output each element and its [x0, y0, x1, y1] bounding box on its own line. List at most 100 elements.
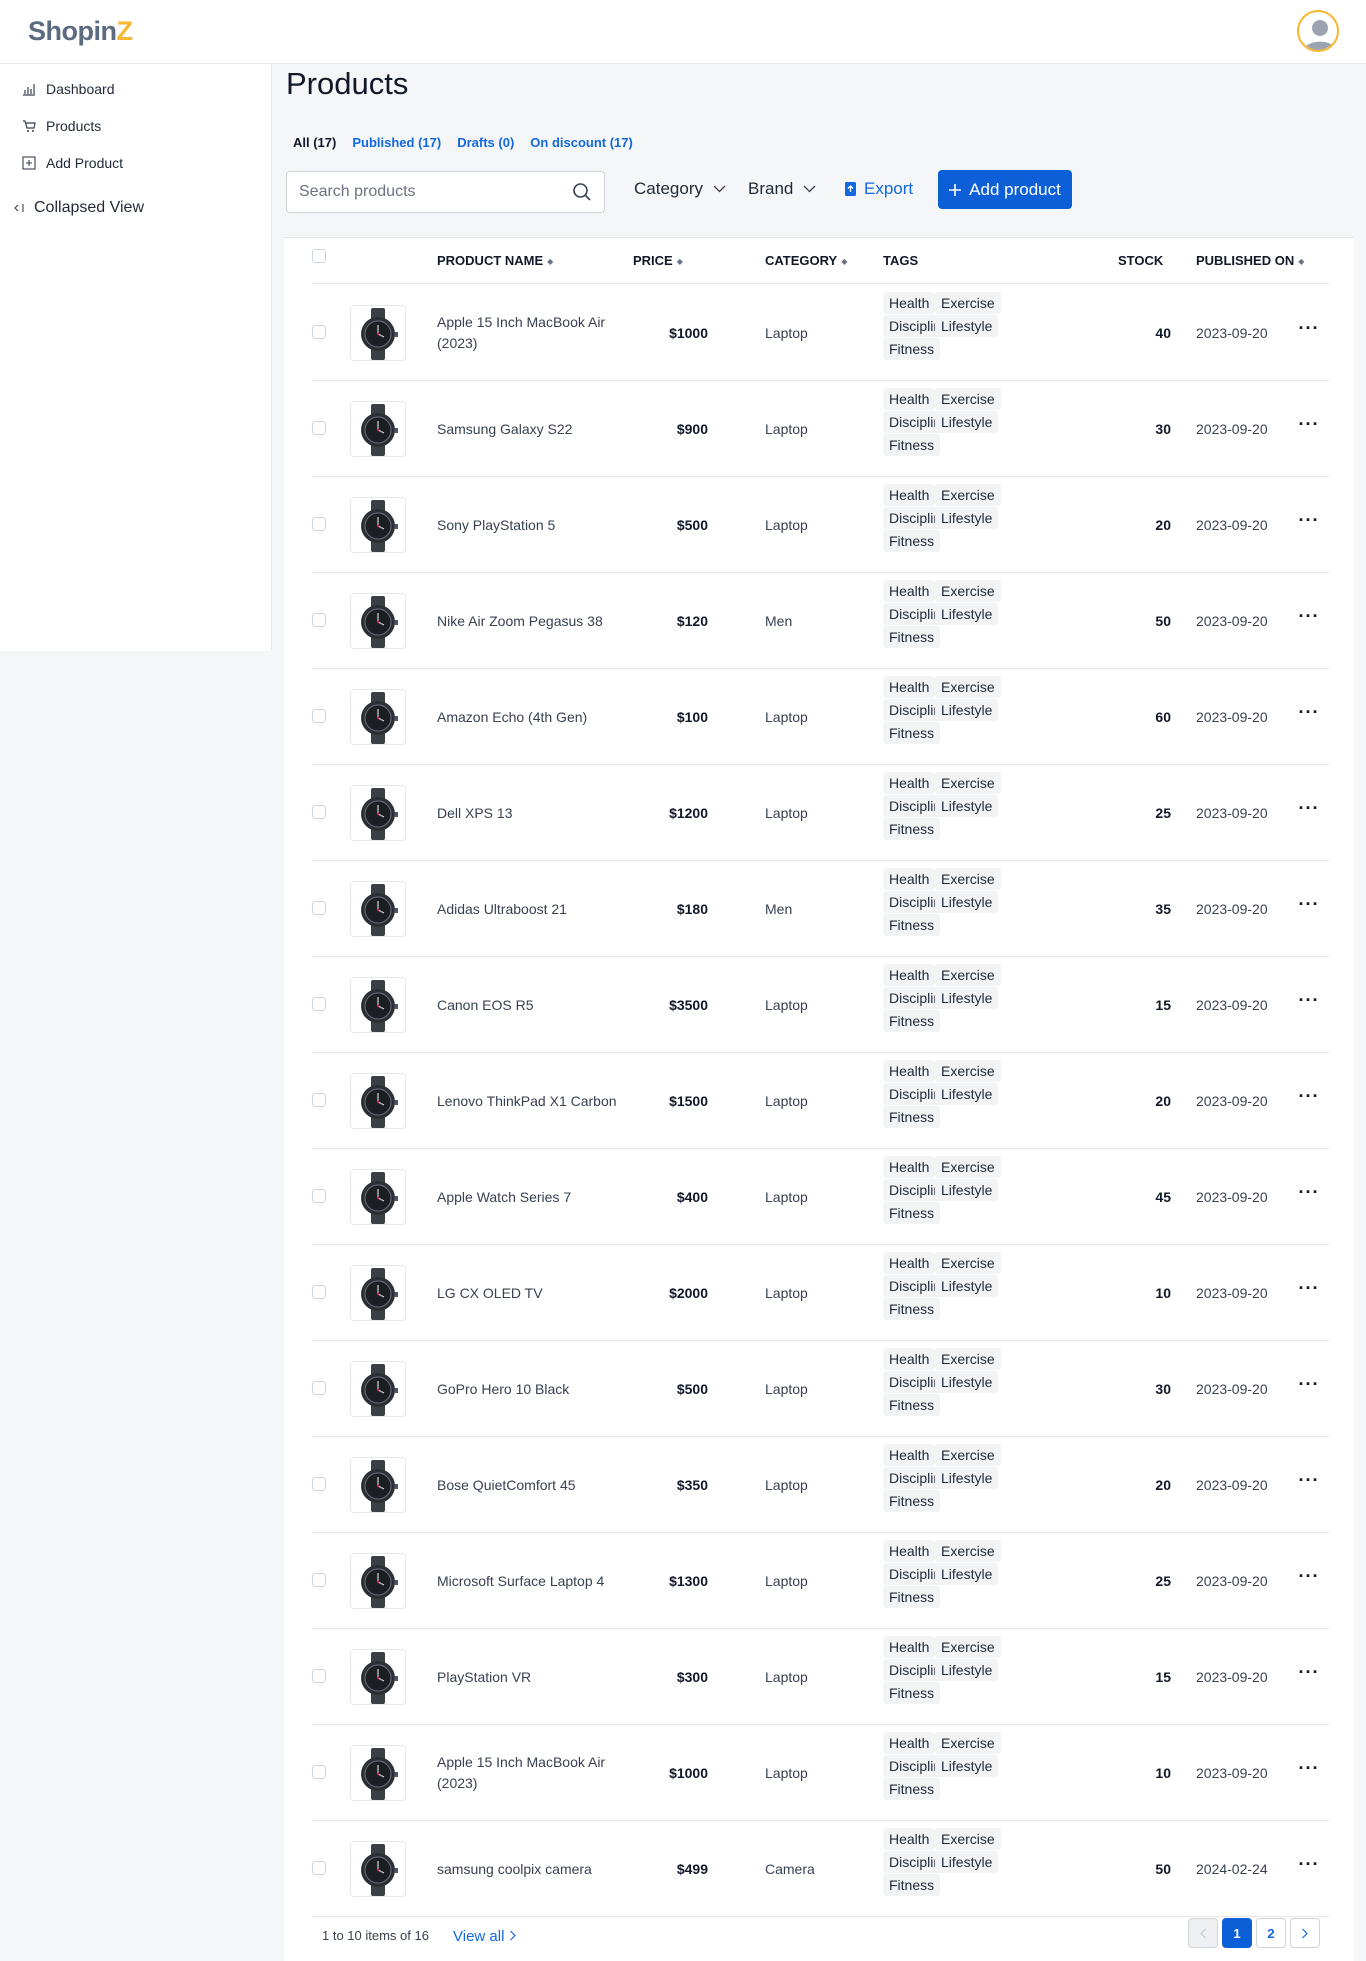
row-checkbox[interactable] — [312, 1861, 326, 1875]
product-name[interactable]: Apple Watch Series 7 — [437, 1149, 617, 1245]
more-actions-icon[interactable]: ··· — [1297, 1471, 1321, 1495]
product-thumbnail[interactable] — [350, 1649, 406, 1705]
more-actions-icon[interactable]: ··· — [1297, 799, 1321, 823]
column-header-price[interactable]: Price ◆ — [633, 253, 683, 268]
prev-page-button[interactable] — [1188, 1918, 1218, 1948]
row-checkbox[interactable] — [312, 1189, 326, 1203]
product-name[interactable]: Samsung Galaxy S22 — [437, 381, 617, 477]
row-checkbox[interactable] — [312, 1669, 326, 1683]
product-name[interactable]: Amazon Echo (4th Gen) — [437, 669, 617, 765]
search-input[interactable] — [287, 172, 557, 212]
more-actions-icon[interactable]: ··· — [1297, 415, 1321, 439]
table-row[interactable]: Bose QuietComfort 45 $350 Laptop Health Exer… — [312, 1437, 1329, 1533]
product-thumbnail[interactable] — [350, 593, 406, 649]
table-row[interactable]: GoPro Hero 10 Black $500 Laptop Health Exerc… — [312, 1341, 1329, 1437]
product-name[interactable]: Bose QuietComfort 45 — [437, 1437, 617, 1533]
product-thumbnail[interactable] — [350, 1745, 406, 1801]
shopinz-logo[interactable]: ShopinZ — [28, 16, 133, 47]
table-row[interactable]: Dell XPS 13 $1200 Laptop Health Exercise Disc… — [312, 765, 1329, 861]
select-all-checkbox[interactable] — [312, 249, 326, 263]
page-button-2[interactable]: 2 — [1256, 1918, 1286, 1948]
product-name[interactable]: Lenovo ThinkPad X1 Carbon — [437, 1053, 617, 1149]
brand-dropdown[interactable]: Brand — [748, 179, 816, 199]
more-actions-icon[interactable]: ··· — [1297, 607, 1321, 631]
product-thumbnail[interactable] — [350, 785, 406, 841]
table-row[interactable]: Lenovo ThinkPad X1 Carbon $1500 Laptop Heal… — [312, 1053, 1329, 1149]
product-name[interactable]: Adidas Ultraboost 21 — [437, 861, 617, 957]
more-actions-icon[interactable]: ··· — [1297, 1087, 1321, 1111]
user-avatar[interactable] — [1297, 10, 1339, 52]
more-actions-icon[interactable]: ··· — [1297, 1759, 1321, 1783]
table-row[interactable]: Nike Air Zoom Pegasus 38 $120 Men Health Exe… — [312, 573, 1329, 669]
sidebar-item-dashboard[interactable]: Dashboard — [22, 81, 115, 97]
product-thumbnail[interactable] — [350, 1361, 406, 1417]
more-actions-icon[interactable]: ··· — [1297, 895, 1321, 919]
row-checkbox[interactable] — [312, 709, 326, 723]
table-row[interactable]: Sony PlayStation 5 $500 Laptop Health Exerci… — [312, 477, 1329, 573]
product-thumbnail[interactable] — [350, 689, 406, 745]
more-actions-icon[interactable]: ··· — [1297, 1663, 1321, 1687]
table-row[interactable]: PlayStation VR $300 Laptop Health Exercise Di… — [312, 1629, 1329, 1725]
row-checkbox[interactable] — [312, 1285, 326, 1299]
product-name[interactable]: LG CX OLED TV — [437, 1245, 617, 1341]
column-header-category[interactable]: Category ◆ — [765, 253, 847, 268]
more-actions-icon[interactable]: ··· — [1297, 319, 1321, 343]
row-checkbox[interactable] — [312, 1093, 326, 1107]
more-actions-icon[interactable]: ··· — [1297, 1855, 1321, 1879]
table-row[interactable]: Canon EOS R5 $3500 Laptop Health Exercise Dis… — [312, 957, 1329, 1053]
row-checkbox[interactable] — [312, 997, 326, 1011]
row-checkbox[interactable] — [312, 517, 326, 531]
page-button-1[interactable]: 1 — [1222, 1918, 1252, 1948]
product-name[interactable]: GoPro Hero 10 Black — [437, 1341, 617, 1437]
sidebar-item-add-product[interactable]: Add Product — [22, 155, 123, 171]
table-row[interactable]: Microsoft Surface Laptop 4 $1300 Laptop Hea… — [312, 1533, 1329, 1629]
product-thumbnail[interactable] — [350, 1265, 406, 1321]
row-checkbox[interactable] — [312, 613, 326, 627]
more-actions-icon[interactable]: ··· — [1297, 1375, 1321, 1399]
column-header-published[interactable]: Published on ◆ — [1196, 253, 1304, 268]
more-actions-icon[interactable]: ··· — [1297, 991, 1321, 1015]
product-name[interactable]: Sony PlayStation 5 — [437, 477, 617, 573]
tab-published[interactable]: Published (17) — [352, 135, 441, 150]
collapse-view-toggle[interactable]: Collapsed View — [12, 199, 144, 217]
product-thumbnail[interactable] — [350, 401, 406, 457]
table-row[interactable]: LG CX OLED TV $2000 Laptop Health Exercise Di… — [312, 1245, 1329, 1341]
table-row[interactable]: samsung coolpix camera $499 Camera Health Ex… — [312, 1821, 1329, 1917]
sidebar-item-products[interactable]: Products — [22, 118, 101, 134]
row-checkbox[interactable] — [312, 325, 326, 339]
table-row[interactable]: Adidas Ultraboost 21 $180 Men Health Exercis… — [312, 861, 1329, 957]
table-row[interactable]: Apple Watch Series 7 $400 Laptop Health Exer… — [312, 1149, 1329, 1245]
table-row[interactable]: Samsung Galaxy S22 $900 Laptop Health Exerci… — [312, 381, 1329, 477]
tab-drafts[interactable]: Drafts (0) — [457, 135, 514, 150]
more-actions-icon[interactable]: ··· — [1297, 1567, 1321, 1591]
product-thumbnail[interactable] — [350, 977, 406, 1033]
product-name[interactable]: Apple 15 Inch MacBook Air (2023) — [437, 285, 617, 381]
row-checkbox[interactable] — [312, 1573, 326, 1587]
table-row[interactable]: Apple 15 Inch MacBook Air (2023) $1000 Lap… — [312, 1725, 1329, 1821]
search-icon[interactable] — [572, 182, 592, 202]
product-thumbnail[interactable] — [350, 1457, 406, 1513]
tab-on-discount[interactable]: On discount (17) — [530, 135, 633, 150]
export-button[interactable]: Export — [845, 179, 913, 199]
product-thumbnail[interactable] — [350, 497, 406, 553]
row-checkbox[interactable] — [312, 1381, 326, 1395]
product-thumbnail[interactable] — [350, 1073, 406, 1129]
row-checkbox[interactable] — [312, 1477, 326, 1491]
table-row[interactable]: Amazon Echo (4th Gen) $100 Laptop Health Exe… — [312, 669, 1329, 765]
product-name[interactable]: Dell XPS 13 — [437, 765, 617, 861]
product-name[interactable]: Apple 15 Inch MacBook Air (2023) — [437, 1725, 617, 1821]
next-page-button[interactable] — [1290, 1918, 1320, 1948]
row-checkbox[interactable] — [312, 1765, 326, 1779]
row-checkbox[interactable] — [312, 901, 326, 915]
product-name[interactable]: Nike Air Zoom Pegasus 38 — [437, 573, 617, 669]
tab-all[interactable]: All (17) — [293, 135, 336, 150]
product-name[interactable]: samsung coolpix camera — [437, 1821, 617, 1917]
more-actions-icon[interactable]: ··· — [1297, 511, 1321, 535]
view-all-link[interactable]: View all — [453, 1928, 517, 1945]
more-actions-icon[interactable]: ··· — [1297, 1183, 1321, 1207]
more-actions-icon[interactable]: ··· — [1297, 703, 1321, 727]
row-checkbox[interactable] — [312, 805, 326, 819]
category-dropdown[interactable]: Category — [634, 179, 726, 199]
product-name[interactable]: Microsoft Surface Laptop 4 — [437, 1533, 617, 1629]
product-thumbnail[interactable] — [350, 305, 406, 361]
